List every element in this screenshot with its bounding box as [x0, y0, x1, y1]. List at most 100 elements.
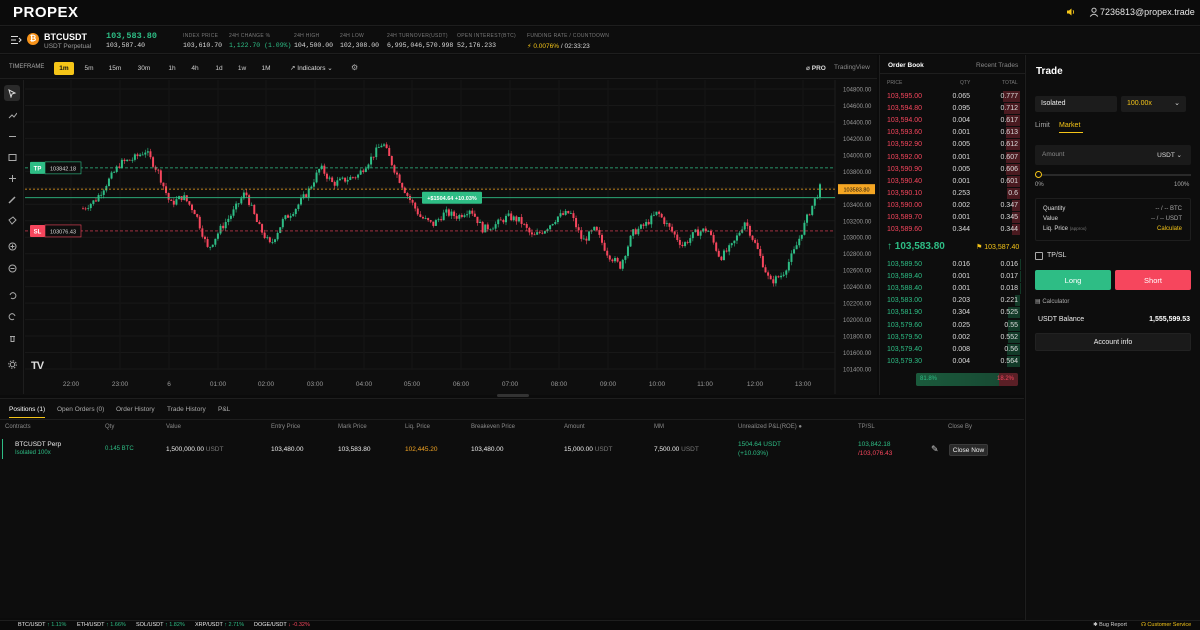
indicators-button[interactable]: ↗ Indicators ⌄ — [290, 64, 333, 72]
ask-row[interactable]: 103,589.70 0.001 0.345 — [880, 212, 1025, 224]
leverage-select[interactable]: 100.00x ⌄ — [1121, 96, 1186, 112]
logo[interactable]: PROPEX — [13, 4, 79, 21]
ask-row[interactable]: 103,592.90 0.005 0.612 — [880, 139, 1025, 151]
ask-total: 0.712 — [1000, 105, 1018, 113]
ask-row[interactable]: 103,590.10 0.253 0.6 — [880, 187, 1025, 200]
timeframe-30m[interactable]: 30m — [134, 62, 154, 75]
bid-row[interactable]: 103,579.40 0.008 0.56 — [880, 343, 1025, 356]
amount-input[interactable]: Amount USDT ⌄ — [1035, 145, 1191, 165]
bid-row[interactable]: 103,579.50 0.002 0.552 — [880, 331, 1025, 344]
timeframe-5m[interactable]: 5m — [79, 62, 99, 75]
status-ticker[interactable]: DOGE/USDT ↓ -0.32% — [254, 622, 310, 628]
tab-limit[interactable]: Limit — [1035, 122, 1050, 129]
positions-tab-1[interactable]: Open Orders (0) — [57, 406, 104, 413]
timeframe-1w[interactable]: 1w — [232, 62, 252, 75]
timeframe-1h[interactable]: 1h — [162, 62, 182, 75]
status-ticker[interactable]: ETH/USDT ↑ 1.66% — [77, 622, 126, 628]
ask-row[interactable]: 103,594.80 0.095 0.712 — [880, 103, 1025, 115]
ask-row[interactable]: 103,590.40 0.001 0.601 — [880, 175, 1025, 188]
cursor-tool-icon[interactable] — [4, 85, 20, 101]
bid-row[interactable]: 103,589.50 0.016 0.016 — [880, 259, 1025, 271]
status-ticker[interactable]: SOL/USDT ↑ 1.82% — [136, 622, 185, 628]
bug-report-link[interactable]: ✱ Bug Report — [1093, 622, 1127, 628]
status-ticker[interactable]: XRP/USDT ↑ 2.71% — [195, 622, 244, 628]
ask-row[interactable]: 103,592.00 0.001 0.607 — [880, 151, 1025, 164]
position-amount-num: 15,000.00 — [564, 446, 593, 453]
candle-body — [608, 255, 611, 260]
bid-row[interactable]: 103,579.30 0.004 0.564 — [880, 355, 1025, 368]
candle-body — [743, 222, 746, 230]
speaker-icon[interactable] — [1066, 7, 1076, 19]
timeframe-1d[interactable]: 1d — [209, 62, 229, 75]
short-button[interactable]: Short — [1115, 270, 1191, 290]
long-button[interactable]: Long — [1035, 270, 1111, 290]
ask-row[interactable]: 103,590.90 0.005 0.606 — [880, 163, 1025, 176]
rectangle-tool-icon[interactable] — [4, 149, 20, 165]
tag-tool-icon[interactable] — [4, 212, 20, 228]
amount-slider[interactable] — [1035, 171, 1191, 178]
user-icon[interactable] — [1089, 7, 1099, 19]
zoom-out-icon[interactable] — [4, 260, 20, 276]
candle-body — [167, 193, 170, 200]
funding-label: FUNDING RATE / COUNTDOWN — [527, 33, 610, 39]
positions-tab-2[interactable]: Order History — [116, 406, 155, 413]
candle-body — [440, 219, 443, 221]
trash-icon[interactable] — [4, 330, 20, 346]
account-info-button[interactable]: Account info — [1035, 333, 1191, 351]
slider-thumb[interactable] — [1035, 171, 1042, 178]
zoom-in-icon[interactable] — [4, 238, 20, 254]
price-tick: 102200.00 — [843, 302, 872, 308]
candle-body — [141, 154, 144, 156]
chart-settings-gear-icon[interactable] — [4, 356, 20, 372]
timeframe-1M[interactable]: 1M — [256, 62, 276, 75]
close-now-button[interactable]: Close Now — [949, 444, 988, 456]
user-email[interactable]: 7236813@propex.trade — [1100, 7, 1195, 17]
margin-mode-select[interactable]: Isolated — [1035, 96, 1117, 112]
bid-row[interactable]: 103,589.40 0.001 0.017 — [880, 271, 1025, 283]
edit-tpsl-icon[interactable]: ✎ — [931, 444, 939, 455]
ask-row[interactable]: 103,590.00 0.002 0.347 — [880, 199, 1025, 212]
candle-body — [144, 152, 147, 155]
tpsl-checkbox[interactable] — [1035, 252, 1043, 260]
ask-row[interactable]: 103,595.00 0.065 0.777 — [880, 91, 1025, 103]
positions-tab-4[interactable]: P&L — [218, 406, 230, 413]
bid-row[interactable]: 103,581.90 0.304 0.525 — [880, 307, 1025, 319]
panel-resize-handle[interactable] — [497, 394, 529, 397]
bid-row[interactable]: 103,588.40 0.001 0.018 — [880, 283, 1025, 295]
chart-settings-icon[interactable]: ⚙ — [351, 63, 358, 72]
timeframe-15m[interactable]: 15m — [105, 62, 125, 75]
positions-tab-0[interactable]: Positions (1) — [9, 406, 45, 413]
candle-body — [460, 214, 463, 217]
status-ticker[interactable]: BTC/USDT ↑ 1.11% — [18, 622, 66, 628]
position-contract[interactable]: BTCUSDT Perp — [15, 441, 61, 448]
redo-icon[interactable] — [4, 308, 20, 324]
amount-unit-select[interactable]: USDT ⌄ — [1157, 151, 1182, 159]
bid-row[interactable]: 103,583.00 0.203 0.221 — [880, 295, 1025, 307]
tab-recent-trades[interactable]: Recent Trades — [976, 62, 1018, 69]
position-pnl: 1504.64 USDT — [738, 441, 781, 448]
positions-tab-3[interactable]: Trade History — [167, 406, 206, 413]
ask-row[interactable]: 103,589.60 0.344 0.344 — [880, 224, 1025, 236]
tab-order-book[interactable]: Order Book — [888, 62, 924, 69]
crosshair-tool-icon[interactable] — [4, 170, 20, 186]
tab-market[interactable]: Market — [1059, 122, 1080, 129]
menu-icon[interactable] — [10, 35, 22, 47]
customer-service-link[interactable]: ☊ Customer Service — [1141, 622, 1191, 628]
calculator-label: Calculator — [1042, 299, 1070, 305]
candle-body — [621, 259, 624, 269]
pro-toggle[interactable]: ⌀ PRO — [806, 64, 826, 72]
bid-row[interactable]: 103,579.60 0.025 0.55 — [880, 319, 1025, 332]
symbol-name[interactable]: BTCUSDT — [44, 32, 87, 42]
ask-row[interactable]: 103,593.60 0.001 0.613 — [880, 127, 1025, 139]
horizontal-line-tool-icon[interactable] — [4, 128, 20, 144]
brush-tool-icon[interactable] — [4, 191, 20, 207]
undo-icon[interactable] — [4, 287, 20, 303]
timeframe-4h[interactable]: 4h — [185, 62, 205, 75]
calculator-link[interactable]: ▤ Calculator — [1035, 298, 1069, 305]
tradingview-toggle[interactable]: TradingView — [834, 64, 870, 71]
timeframe-1m[interactable]: 1m — [54, 62, 74, 75]
ask-row[interactable]: 103,594.00 0.004 0.617 — [880, 115, 1025, 127]
trendline-tool-icon[interactable] — [4, 107, 20, 123]
price-chart[interactable]: 104800.00 104600.00 104400.00 104200.00 1040… — [25, 80, 877, 394]
calculate-link[interactable]: Calculate — [1157, 226, 1182, 232]
